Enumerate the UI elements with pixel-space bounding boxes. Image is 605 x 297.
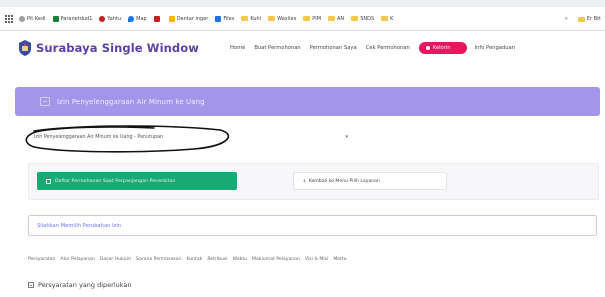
info-tabs: Persyaratan Alur Pelayanan Dasar Hukum S… xyxy=(28,253,352,265)
bookmark-item[interactable]: Map xyxy=(128,15,147,22)
bookmark-folder[interactable]: Waxiles xyxy=(268,16,296,22)
bookmark-item[interactable]: Paranetdud1 xyxy=(52,15,93,22)
folder-icon xyxy=(328,16,336,21)
section-title: Persyaratan yang diperlukan xyxy=(38,281,132,289)
folder-icon xyxy=(381,16,389,21)
document-icon xyxy=(40,97,50,106)
tab-retribusi[interactable]: Retribusi xyxy=(207,257,227,262)
green-square-icon xyxy=(52,15,59,22)
folder-icon xyxy=(268,16,276,21)
bookmark-label: Files xyxy=(223,15,235,22)
action-panel: Daftar Permohonan Saat Perpanjangan Pene… xyxy=(28,163,599,200)
alert-text: Silahkan Memilih Perubahan Izin xyxy=(37,222,122,229)
map-pin-icon xyxy=(128,15,135,22)
apps-grid-icon[interactable] xyxy=(5,14,13,23)
bookmark-folder[interactable]: Kuhi xyxy=(241,16,261,22)
list-icon xyxy=(28,282,34,288)
folder-icon xyxy=(303,16,311,21)
nav-active-pill[interactable]: Kelorin xyxy=(418,42,467,54)
bookmarks-bar: Pit Kedi Paranetdud1 Yahtu Map Dentar in… xyxy=(0,7,605,31)
tab-dasar-hukum[interactable]: Dasar Hukum xyxy=(100,257,131,262)
bookmark-item[interactable]: Pit Kedi xyxy=(19,15,46,22)
bookmark-label: PIM xyxy=(312,15,322,22)
drive-icon xyxy=(168,15,175,22)
surabaya-emblem-icon[interactable] xyxy=(18,40,32,56)
nav-buat-permohonan[interactable]: Buat Permohonan xyxy=(254,45,300,51)
browser-tabstrip-edge xyxy=(0,0,605,7)
folder-icon xyxy=(351,16,359,21)
bookmark-label: Paranetdud1 xyxy=(60,15,93,22)
user-dot-icon xyxy=(425,46,430,50)
bookmark-item[interactable]: Yahtu xyxy=(99,15,122,22)
back-button-label: Kembali ke Menu Pilih Layanan xyxy=(308,178,380,184)
requirements-heading: Persyaratan yang diperlukan xyxy=(28,281,132,289)
bookmark-label: Map xyxy=(136,15,147,22)
apply-button[interactable]: Daftar Permohonan Saat Perpanjangan Pene… xyxy=(37,172,237,190)
tab-maklumat[interactable]: Maklumat Pelayanan xyxy=(252,257,300,262)
bookmark-folder[interactable]: K xyxy=(381,16,393,22)
folder-icon xyxy=(241,16,249,21)
tab-waktu[interactable]: Waktu xyxy=(233,257,247,262)
overflow-chevron-icon[interactable]: » xyxy=(565,16,568,22)
tab-sarana[interactable]: Sarana Pemrosesan xyxy=(136,257,181,262)
tab-persyaratan[interactable]: Persyaratan xyxy=(28,257,55,262)
site-header: Surabaya Single Window Home Buat Permoho… xyxy=(0,31,605,65)
permit-title: Izin Penyelenggaraan Air Minum ke Uang xyxy=(57,97,205,106)
bookmark-label: Pit Kedi xyxy=(27,15,46,22)
bookmark-label: Kuhi xyxy=(250,15,262,22)
bookmarks-overflow[interactable]: » Er Btt xyxy=(560,7,601,30)
nav-info-pengaduan[interactable]: Info Pengaduan xyxy=(475,45,515,51)
main-nav: Home Buat Permohonan Permohonan Saya Cek… xyxy=(230,31,515,65)
chevron-down-icon[interactable]: ▾ xyxy=(345,134,348,140)
chevron-left-icon: ‹ xyxy=(303,177,306,185)
nav-permohonan-saya[interactable]: Permohonan Saya xyxy=(310,45,357,51)
tab-alur-pelayanan[interactable]: Alur Pelayanan xyxy=(60,257,94,262)
checkbox-icon xyxy=(46,178,51,184)
red-dot-icon xyxy=(99,15,106,22)
bookmark-folder[interactable]: PIM xyxy=(303,16,321,22)
brand-title[interactable]: Surabaya Single Window xyxy=(36,41,199,55)
bookmark-label: AN xyxy=(337,15,345,22)
bookmark-item[interactable] xyxy=(153,15,162,22)
back-to-menu-button[interactable]: ‹ Kembali ke Menu Pilih Layanan xyxy=(293,172,447,190)
red-x-icon xyxy=(153,15,160,22)
bookmark-folder[interactable]: AN xyxy=(328,16,344,22)
bookmark-label: Yahtu xyxy=(107,15,122,22)
folder-icon xyxy=(577,16,585,22)
tab-visi-misi[interactable]: Visi & Misi xyxy=(305,257,328,262)
bookmark-label: Waxiles xyxy=(277,15,297,22)
bookmark-folder[interactable]: SNDS xyxy=(351,16,374,22)
apply-button-label: Daftar Permohonan Saat Perpanjangan Pene… xyxy=(55,178,176,184)
bookmark-label: SNDS xyxy=(360,15,375,22)
bookmark-item[interactable]: Dentar inger xyxy=(168,15,209,22)
hand-drawn-circle-annotation xyxy=(25,125,230,153)
bookmark-item[interactable]: Files xyxy=(215,15,235,22)
info-alert: Silahkan Memilih Perubahan Izin xyxy=(28,215,597,236)
bookmark-label: K xyxy=(390,15,394,22)
nav-home[interactable]: Home xyxy=(230,45,245,51)
tab-kontak[interactable]: Kontak xyxy=(187,257,203,262)
permit-title-banner: Izin Penyelenggaraan Air Minum ke Uang xyxy=(15,87,600,116)
tab-motto[interactable]: Motto xyxy=(333,257,346,262)
globe-icon xyxy=(19,15,25,22)
star-icon xyxy=(215,15,222,22)
nav-cek-permohonan[interactable]: Cek Permohonan xyxy=(366,45,410,51)
nav-active-label: Kelorin xyxy=(432,45,451,51)
other-bookmarks-label[interactable]: Er Btt xyxy=(587,16,601,22)
bookmark-label: Dentar inger xyxy=(176,15,209,22)
